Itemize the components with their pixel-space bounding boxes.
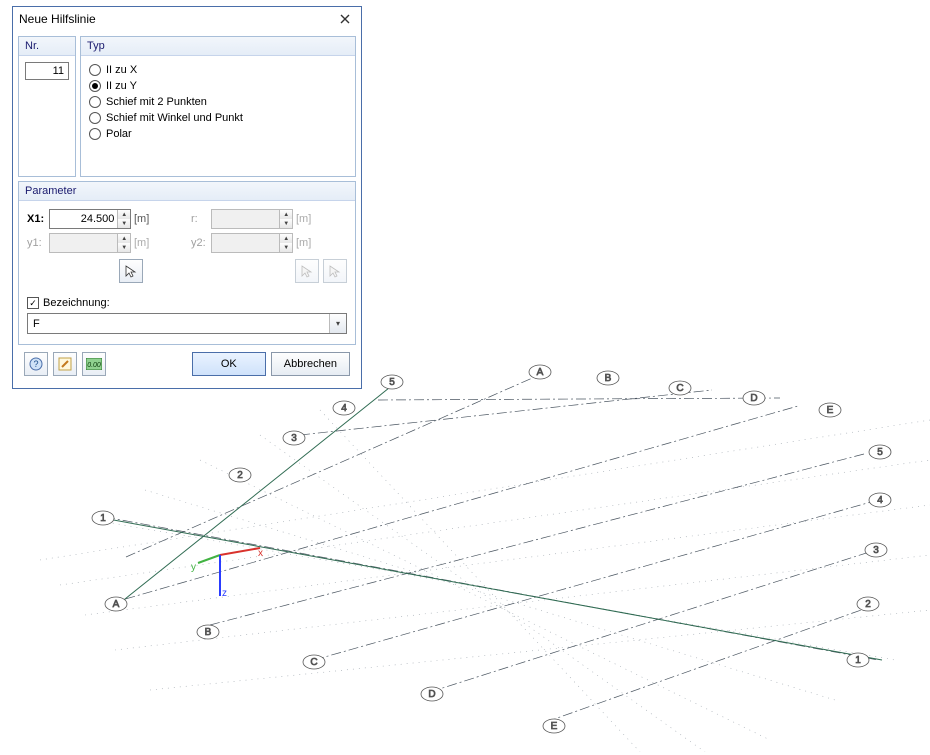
y1-unit: [m] bbox=[131, 237, 151, 249]
nr-input[interactable] bbox=[25, 62, 69, 80]
nr-group: Nr. bbox=[18, 36, 76, 177]
pick-point-button-3 bbox=[323, 259, 347, 283]
edit-button[interactable] bbox=[53, 352, 77, 376]
x1-label: X1: bbox=[27, 213, 49, 225]
y1-label: y1: bbox=[27, 237, 49, 249]
nr-label: Nr. bbox=[19, 37, 75, 56]
typ-option-parallel-x[interactable]: II zu X bbox=[89, 62, 349, 78]
typ-option-label: Schief mit Winkel und Punkt bbox=[106, 112, 243, 124]
svg-text:A: A bbox=[537, 367, 544, 378]
svg-text:D: D bbox=[750, 393, 757, 404]
typ-option-label: Schief mit 2 Punkten bbox=[106, 96, 207, 108]
typ-option-parallel-y[interactable]: II zu Y bbox=[89, 78, 349, 94]
svg-text:?: ? bbox=[33, 359, 38, 369]
svg-text:5: 5 bbox=[877, 447, 883, 458]
help-icon: ? bbox=[29, 357, 43, 371]
r-label: r: bbox=[191, 213, 211, 225]
r-unit: [m] bbox=[293, 213, 313, 225]
dialog-titlebar: Neue Hilfslinie bbox=[13, 7, 361, 31]
svg-text:A: A bbox=[113, 599, 120, 610]
svg-text:E: E bbox=[551, 721, 558, 732]
svg-text:4: 4 bbox=[877, 495, 883, 506]
chevron-down-icon[interactable]: ▾ bbox=[329, 314, 346, 333]
radio-icon bbox=[89, 80, 101, 92]
y2-label: y2: bbox=[191, 237, 211, 249]
svg-text:3: 3 bbox=[291, 433, 297, 444]
spinner-arrows[interactable]: ▲▼ bbox=[117, 210, 130, 228]
r-input: ▲▼ bbox=[211, 209, 293, 229]
parameter-label: Parameter bbox=[19, 182, 355, 201]
dialog-close-button[interactable] bbox=[337, 11, 353, 27]
axis-y-label: y bbox=[191, 562, 196, 573]
svg-text:E: E bbox=[827, 405, 834, 416]
bezeichnung-combo[interactable]: ▾ bbox=[27, 313, 347, 334]
dialog-title: Neue Hilfslinie bbox=[19, 12, 96, 26]
units-button[interactable]: 0.00 bbox=[82, 352, 106, 376]
bezeichnung-input[interactable] bbox=[28, 314, 329, 333]
x1-unit: [m] bbox=[131, 213, 151, 225]
bezeichnung-label: Bezeichnung: bbox=[43, 297, 110, 309]
svg-text:2: 2 bbox=[237, 470, 243, 481]
pick-point-button-2 bbox=[295, 259, 319, 283]
typ-label: Typ bbox=[81, 37, 355, 56]
parameter-group: Parameter X1: ▲▼ [m] r: ▲▼ [m] bbox=[18, 181, 356, 345]
radio-icon bbox=[89, 64, 101, 76]
svg-text:C: C bbox=[676, 383, 683, 394]
new-guideline-dialog: Neue Hilfslinie Nr. Typ II zu X bbox=[12, 6, 362, 389]
typ-option-polar[interactable]: Polar bbox=[89, 126, 349, 142]
ok-button[interactable]: OK bbox=[192, 352, 266, 376]
typ-option-label: II zu Y bbox=[106, 80, 137, 92]
y2-unit: [m] bbox=[293, 237, 313, 249]
radio-icon bbox=[89, 96, 101, 108]
pencil-icon bbox=[58, 357, 72, 371]
axis-x-label: x bbox=[258, 548, 263, 559]
x1-input[interactable]: ▲▼ bbox=[49, 209, 131, 229]
cancel-button[interactable]: Abbrechen bbox=[271, 352, 350, 376]
radio-icon bbox=[89, 128, 101, 140]
typ-option-label: II zu X bbox=[106, 64, 137, 76]
svg-text:5: 5 bbox=[389, 377, 395, 388]
svg-text:3: 3 bbox=[873, 545, 879, 556]
svg-text:2: 2 bbox=[865, 599, 871, 610]
cursor-icon bbox=[328, 264, 342, 278]
y2-input: ▲▼ bbox=[211, 233, 293, 253]
y1-input: ▲▼ bbox=[49, 233, 131, 253]
svg-text:0.00: 0.00 bbox=[87, 362, 101, 369]
radio-icon bbox=[89, 112, 101, 124]
svg-text:1: 1 bbox=[855, 655, 861, 666]
svg-text:B: B bbox=[605, 373, 612, 384]
typ-option-schief-winkel[interactable]: Schief mit Winkel und Punkt bbox=[89, 110, 349, 126]
typ-group: Typ II zu X II zu Y Schief mit 2 Punkten bbox=[80, 36, 356, 177]
typ-option-schief-2punkte[interactable]: Schief mit 2 Punkten bbox=[89, 94, 349, 110]
svg-text:4: 4 bbox=[341, 403, 347, 414]
typ-option-label: Polar bbox=[106, 128, 132, 140]
svg-text:B: B bbox=[205, 627, 212, 638]
svg-text:1: 1 bbox=[100, 513, 106, 524]
units-icon: 0.00 bbox=[86, 358, 102, 370]
close-icon bbox=[340, 14, 350, 24]
svg-text:C: C bbox=[310, 657, 317, 668]
svg-text:D: D bbox=[428, 689, 435, 700]
cursor-icon bbox=[300, 264, 314, 278]
cursor-icon bbox=[124, 264, 138, 278]
bezeichnung-checkbox[interactable] bbox=[27, 297, 39, 309]
help-button[interactable]: ? bbox=[24, 352, 48, 376]
axis-z-label: z bbox=[222, 588, 227, 599]
pick-point-button-1[interactable] bbox=[119, 259, 143, 283]
